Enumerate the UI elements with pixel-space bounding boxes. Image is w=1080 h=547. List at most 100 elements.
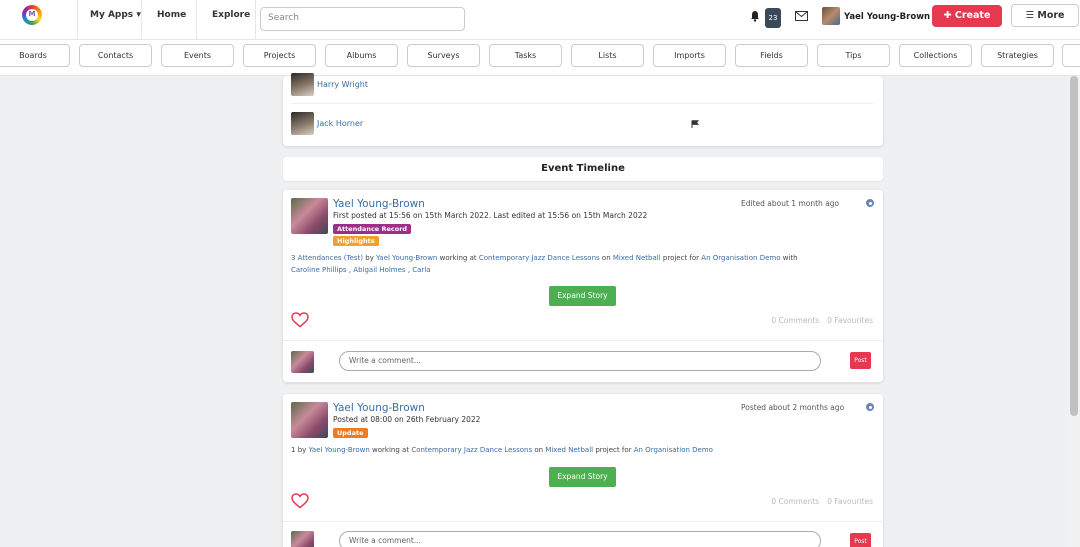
comment-input[interactable]: Write a comment... [339,351,821,371]
timeline-post: Yael Young-Brown First posted at 15:56 o… [283,190,883,382]
post-author[interactable]: Yael Young-Brown [333,402,425,414]
author-avatar[interactable] [291,198,328,234]
more-label: More [1037,10,1065,21]
author-avatar[interactable] [291,402,328,438]
favourites-count[interactable]: 0 Favourites [827,316,873,325]
nav-divider [255,0,256,40]
tag-attendance-record[interactable]: Attendance Record [333,224,412,234]
timeline-post: Yael Young-Brown Posted at 08:00 on 26th… [283,394,883,547]
story-text-on: on [601,254,611,262]
story-separator: , [348,266,352,274]
expand-story-button[interactable]: Expand Story [549,286,616,306]
category-projects[interactable]: Projects [243,44,316,67]
mail-icon[interactable] [795,11,808,21]
gear-icon[interactable] [866,199,874,207]
comments-count[interactable]: 0 Comments [771,497,819,506]
category-overflow[interactable] [1062,44,1080,67]
event-timeline-title: Event Timeline [283,157,883,181]
my-apps-label: My Apps [90,10,134,20]
story-venue-link[interactable]: Contemporary Jazz Dance Lessons [479,254,600,262]
comment-input[interactable]: Write a comment... [339,531,821,547]
scrollbar-thumb[interactable] [1070,76,1078,416]
category-lists[interactable]: Lists [571,44,644,67]
attendee-row[interactable]: Jack Horner [291,112,851,138]
post-divider [283,340,883,341]
create-button[interactable]: ✚ Create [932,5,1002,27]
posted-time: Posted about 2 months ago [741,403,845,412]
post-comment-button[interactable]: Post [850,352,871,369]
explore-link[interactable]: Explore [212,10,250,20]
story-text-with: with [782,254,798,262]
story-person-link[interactable]: Carla [412,266,430,274]
attendee-name[interactable]: Harry Wright [317,80,368,89]
post-timestamp: First posted at 15:56 on 15th March 2022… [333,211,648,220]
category-albums[interactable]: Albums [325,44,398,67]
notification-count-badge[interactable]: 23 [765,8,781,28]
category-surveys[interactable]: Surveys [407,44,480,67]
story-project-link[interactable]: Mixed Netball [545,446,593,454]
top-navigation: M My Apps ▾ Home Explore Search 23 Yael … [0,0,1080,40]
more-button[interactable]: ☰ More [1011,4,1079,27]
comments-count[interactable]: 0 Comments [771,316,819,325]
post-counts: 0 Comments 0 Favourites [763,497,873,506]
edited-time: Edited about 1 month ago [741,199,840,208]
story-text-working: working at [372,446,410,454]
user-avatar[interactable] [822,7,840,25]
story-count-link[interactable]: 3 Attendances (Test) [291,254,363,262]
my-apps-menu[interactable]: My Apps ▾ [90,10,141,20]
search-input[interactable]: Search [260,7,465,31]
flag-icon[interactable] [691,120,699,128]
heart-icon[interactable] [291,312,309,328]
story-text-project-for: project for [662,254,700,262]
app-logo[interactable]: M [22,5,42,25]
story-text-working: working at [439,254,477,262]
story-person-link[interactable]: Caroline Phillips [291,266,347,274]
tag-highlights[interactable]: Highlights [333,236,379,246]
attendees-card: Harry Wright Jack Horner [283,73,883,146]
gear-icon[interactable] [866,403,874,411]
category-bar: Boards Contacts Events Projects Albums S… [0,40,1080,76]
story-user-link[interactable]: Yael Young-Brown [376,254,437,262]
category-collections[interactable]: Collections [899,44,972,67]
story-person-link[interactable]: Abigail Holmes [353,266,405,274]
attendee-name[interactable]: Jack Horner [317,119,363,128]
category-tasks[interactable]: Tasks [489,44,562,67]
category-tips[interactable]: Tips [817,44,890,67]
story-org-link[interactable]: An Organisation Demo [701,254,780,262]
expand-story-button[interactable]: Expand Story [549,467,616,487]
category-boards[interactable]: Boards [0,44,70,67]
list-icon: ☰ [1025,10,1035,21]
post-comment-button[interactable]: Post [850,533,871,547]
attendee-row[interactable]: Harry Wright [291,73,851,99]
story-user-link[interactable]: Yael Young-Brown [309,446,370,454]
tag-update[interactable]: Update [333,428,368,438]
story-text-on: on [534,446,544,454]
story-text-by: by [365,254,374,262]
category-contacts[interactable]: Contacts [79,44,152,67]
commenter-avatar [291,531,314,547]
category-imports[interactable]: Imports [653,44,726,67]
plus-icon: ✚ [943,10,952,21]
story-count: 1 [291,446,296,454]
category-strategies[interactable]: Strategies [981,44,1054,67]
page-scrollbar[interactable] [1068,76,1080,547]
row-divider [291,103,873,104]
logo-letter: M [28,10,36,18]
user-name[interactable]: Yael Young-Brown [844,12,930,22]
story-text: 1 by Yael Young-Brown working at Contemp… [291,444,851,456]
story-venue-link[interactable]: Contemporary Jazz Dance Lessons [411,446,532,454]
story-project-link[interactable]: Mixed Netball [613,254,661,262]
story-text: 3 Attendances (Test) by Yael Young-Brown… [291,252,851,276]
category-events[interactable]: Events [161,44,234,67]
attendee-avatar[interactable] [291,73,314,96]
bell-icon[interactable] [750,10,760,22]
nav-divider [141,0,142,40]
post-author[interactable]: Yael Young-Brown [333,198,425,210]
attendee-avatar[interactable] [291,112,314,135]
heart-icon[interactable] [291,493,309,509]
story-org-link[interactable]: An Organisation Demo [634,446,713,454]
home-link[interactable]: Home [157,10,186,20]
story-text-project-for: project for [595,446,632,454]
category-fields[interactable]: Fields [735,44,808,67]
favourites-count[interactable]: 0 Favourites [827,497,873,506]
